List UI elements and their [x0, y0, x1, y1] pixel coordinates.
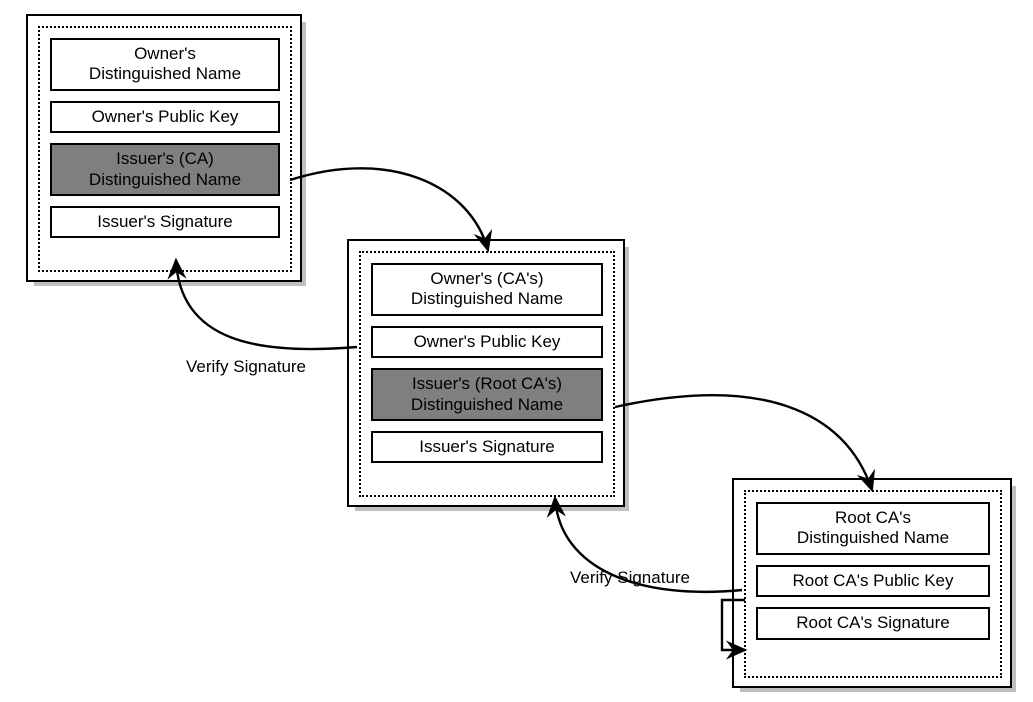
field-root-pk: Root CA's Public Key	[756, 565, 990, 597]
field-ca-owner-pk: Owner's Public Key	[371, 326, 603, 358]
certificate-root-ca: Root CA'sDistinguished Name Root CA's Pu…	[732, 478, 1012, 688]
field-owner-pk: Owner's Public Key	[50, 101, 280, 133]
field-ca-issuer-dn: Issuer's (Root CA's)Distinguished Name	[371, 368, 603, 421]
certificate-ca: Owner's (CA's)Distinguished Name Owner's…	[347, 239, 625, 507]
field-owner-dn: Owner'sDistinguished Name	[50, 38, 280, 91]
field-issuer-sig: Issuer's Signature	[50, 206, 280, 238]
arrow-ca-issuer-to-root	[615, 395, 872, 490]
field-issuer-dn: Issuer's (CA)Distinguished Name	[50, 143, 280, 196]
arrow-issuer-to-ca	[290, 168, 488, 250]
label-verify-signature-2: Verify Signature	[570, 568, 690, 588]
field-ca-owner-dn: Owner's (CA's)Distinguished Name	[371, 263, 603, 316]
field-root-dn: Root CA'sDistinguished Name	[756, 502, 990, 555]
field-root-sig: Root CA's Signature	[756, 607, 990, 639]
field-ca-issuer-sig: Issuer's Signature	[371, 431, 603, 463]
label-verify-signature-1: Verify Signature	[186, 357, 306, 377]
certificate-owner: Owner'sDistinguished Name Owner's Public…	[26, 14, 302, 282]
